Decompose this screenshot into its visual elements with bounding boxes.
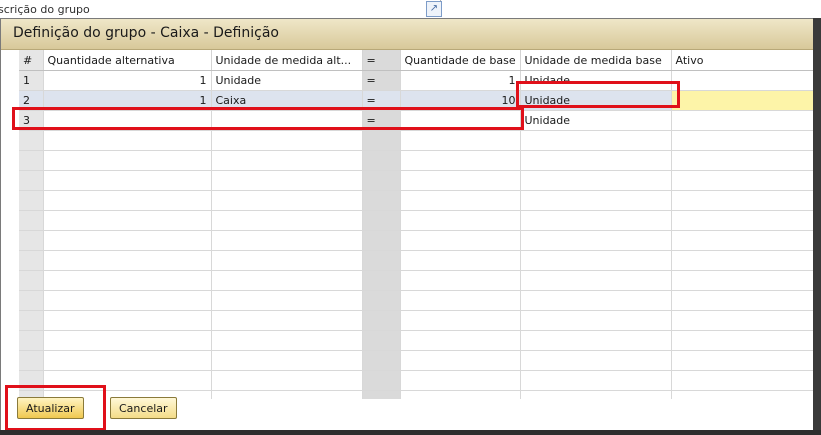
empty-row: [19, 130, 813, 151]
empty-row: [19, 350, 813, 371]
table-row[interactable]: 3 = Unidade: [19, 110, 813, 131]
table-row[interactable]: 1 1 Unidade = 1 Unidade: [19, 70, 813, 91]
active-cell[interactable]: [671, 90, 813, 111]
active-cell[interactable]: [671, 110, 813, 131]
base-uom-cell[interactable]: Unidade: [520, 90, 672, 111]
equals-cell: =: [362, 70, 401, 91]
dialog-title: Definição do grupo - Caixa - Definição: [13, 25, 279, 41]
col-header-base-uom[interactable]: Unidade de medida base: [520, 50, 672, 71]
dialog-titlebar[interactable]: Definição do grupo - Caixa - Definição: [1, 19, 813, 50]
bottom-edge: [0, 430, 821, 435]
base-uom-cell[interactable]: Unidade: [520, 70, 672, 91]
empty-row: [19, 270, 813, 291]
empty-row: [19, 170, 813, 191]
empty-row: [19, 310, 813, 331]
background-label: scrição do grupo: [0, 3, 90, 16]
base-uom-cell[interactable]: Unidade: [520, 110, 672, 131]
update-button[interactable]: Atualizar: [17, 397, 84, 419]
alt-uom-cell[interactable]: [211, 110, 363, 131]
alt-uom-cell[interactable]: Unidade: [211, 70, 363, 91]
empty-row: [19, 150, 813, 171]
uom-table: # Quantidade alternativa Unidade de medi…: [19, 50, 813, 399]
alt-qty-cell[interactable]: 1: [43, 70, 212, 91]
equals-cell: =: [362, 90, 401, 111]
empty-row: [19, 230, 813, 251]
table-header: # Quantidade alternativa Unidade de medi…: [19, 50, 813, 71]
base-qty-cell[interactable]: [400, 110, 521, 131]
row-number[interactable]: 1: [19, 70, 44, 91]
empty-row: [19, 250, 813, 271]
alt-qty-cell[interactable]: [43, 110, 212, 131]
row-number[interactable]: 2: [19, 90, 44, 111]
uom-grid: # Quantidade alternativa Unidade de medi…: [19, 50, 813, 399]
group-definition-dialog: Definição do grupo - Caixa - Definição #…: [0, 18, 814, 432]
col-header-active[interactable]: Ativo: [671, 50, 813, 71]
cancel-button[interactable]: Cancelar: [110, 397, 177, 419]
active-cell[interactable]: [671, 70, 813, 91]
col-header-alt-qty[interactable]: Quantidade alternativa: [43, 50, 212, 71]
alt-qty-cell[interactable]: 1: [43, 90, 212, 111]
alt-uom-cell[interactable]: Caixa: [211, 90, 363, 111]
base-qty-cell[interactable]: 10: [400, 90, 521, 111]
empty-row: [19, 330, 813, 351]
empty-row: [19, 290, 813, 311]
col-header-equals[interactable]: =: [362, 50, 401, 71]
empty-row: [19, 190, 813, 211]
empty-row: [19, 210, 813, 231]
empty-row: [19, 370, 813, 391]
col-header-number[interactable]: #: [19, 50, 44, 71]
table-row[interactable]: 2 1 Caixa = 10 Unidade: [19, 90, 813, 111]
col-header-base-qty[interactable]: Quantidade de base: [400, 50, 521, 71]
col-header-alt-uom[interactable]: Unidade de medida alt...: [211, 50, 363, 71]
base-qty-cell[interactable]: 1: [400, 70, 521, 91]
equals-cell: =: [362, 110, 401, 131]
window-edge: [813, 18, 821, 430]
row-number[interactable]: 3: [19, 110, 44, 131]
link-arrow-icon[interactable]: ↗: [426, 1, 442, 17]
